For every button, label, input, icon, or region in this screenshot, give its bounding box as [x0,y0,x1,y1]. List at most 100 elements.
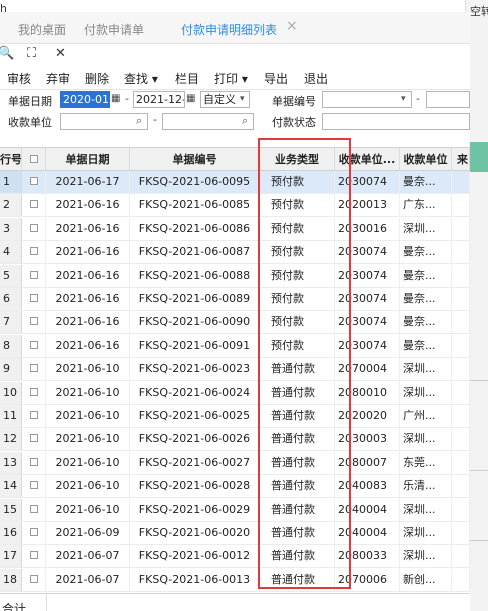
table-row[interactable]: 16 2021-06-09 FKSQ-2021-06-0020 普通付款 2040004… [0,522,470,545]
column-header-unit-name[interactable]: 收款单位 [400,148,452,171]
tab-close-icon[interactable]: × [286,18,298,34]
row-checkbox-cell [22,171,46,193]
row-date: 2021-06-16 [46,264,130,287]
table-row[interactable]: 6 2021-06-16 FKSQ-2021-06-0089 预付款 2030074 曼奈… [0,288,470,311]
row-code: FKSQ-2021-06-0024 [130,381,260,404]
code-from-select[interactable] [322,91,412,108]
table-row[interactable]: 18 2021-06-07 FKSQ-2021-06-0013 普通付款 2070006… [0,568,470,592]
unit-to-field[interactable] [162,113,254,130]
select-all-checkbox[interactable] [29,155,38,163]
row-checkbox[interactable] [29,528,38,536]
row-unit-name: 深圳... [400,522,452,544]
payment-status-label: 付款状态 [272,116,316,129]
row-source [452,171,470,193]
search-icon[interactable]: ⌕ [242,114,248,128]
table-row[interactable]: 8 2021-06-16 FKSQ-2021-06-0091 预付款 2030074 曼奈… [0,334,470,358]
row-checkbox[interactable] [29,411,38,419]
row-checkbox[interactable] [29,247,38,256]
row-date: 2021-06-16 [46,194,130,217]
delete-button[interactable]: 删除 [85,70,109,87]
range-dash: - [416,92,420,105]
row-source [452,311,470,334]
row-source [452,568,470,591]
table-row[interactable]: 9 2021-06-10 FKSQ-2021-06-0023 普通付款 2070004 深… [0,358,470,382]
row-date: 2021-06-16 [46,334,130,357]
row-checkbox[interactable] [29,177,38,185]
unit-from-field[interactable] [60,113,148,130]
row-checkbox[interactable] [29,317,38,326]
row-checkbox[interactable] [29,434,38,443]
row-source [452,498,470,521]
row-checkbox[interactable] [29,364,38,373]
table-row[interactable]: 15 2021-06-10 FKSQ-2021-06-0029 普通付款 2040004… [0,498,470,522]
table-row[interactable]: 11 2021-06-10 FKSQ-2021-06-0025 普通付款 2020020… [0,405,470,428]
code-to-field[interactable] [426,91,470,108]
date-label: 单据日期 [8,95,52,108]
tab-payment-request-detail-list[interactable]: 付款申请明细列表 [181,21,277,38]
date-to-field[interactable]: 2021-12- [133,91,185,108]
table-row[interactable]: 7 2021-06-16 FKSQ-2021-06-0090 预付款 2030074 曼奈… [0,311,470,335]
column-header-date[interactable]: 单据日期 [46,148,130,171]
payment-status-field[interactable] [322,113,470,130]
row-checkbox-cell [22,264,46,287]
tab-payment-request[interactable]: 付款申请单 [84,21,144,38]
exit-button[interactable]: 退出 [304,70,328,87]
row-code: FKSQ-2021-06-0020 [130,522,260,544]
row-date: 2021-06-10 [46,381,130,404]
column-header-source[interactable]: 来 [452,148,470,171]
table-row[interactable]: 17 2021-06-07 FKSQ-2021-06-0012 普通付款 2080033… [0,545,470,569]
calendar-icon[interactable]: ▦ [186,93,195,104]
row-checkbox[interactable] [29,387,38,396]
date-from-field[interactable]: 2020-01 [60,91,110,108]
row-number: 15 [0,498,22,521]
highlight-box [258,138,351,589]
row-number: 5 [0,264,22,287]
search-icon[interactable]: ⌕ [136,114,142,128]
row-checkbox[interactable] [29,551,38,560]
column-header-code[interactable]: 单据编号 [130,148,260,171]
row-number: 4 [0,241,22,264]
table-row[interactable]: 2 2021-06-16 FKSQ-2021-06-0085 预付款 2020013 广东… [0,194,470,218]
row-checkbox[interactable] [29,504,38,513]
row-code: FKSQ-2021-06-0087 [130,241,260,264]
table-row[interactable]: 5 2021-06-16 FKSQ-2021-06-0088 预付款 2030074 曼奈… [0,264,470,288]
table-row[interactable]: 14 2021-06-10 FKSQ-2021-06-0028 普通付款 2040083… [0,475,470,499]
table-row[interactable]: 12 2021-06-10 FKSQ-2021-06-0026 普通付款 2030003… [0,428,470,452]
abandon-audit-button[interactable]: 弃审 [46,70,70,87]
row-checkbox[interactable] [29,270,38,279]
expand-icon[interactable]: ⛶ [27,46,36,61]
row-unit-name: 广州... [400,405,452,427]
row-unit-name: 曼奈... [400,334,452,357]
table-row[interactable]: 3 2021-06-16 FKSQ-2021-06-0086 预付款 2030016 深圳… [0,217,470,241]
calendar-icon[interactable]: ▦ [111,93,120,104]
row-unit-name: 东莞... [400,451,452,474]
chevron-down-icon[interactable]: ▾ [240,94,245,104]
window-icon-row: 🔍 ⛶ ✕ [0,44,470,66]
export-button[interactable]: 导出 [264,70,288,87]
row-unit-name: 深圳... [400,428,452,451]
row-checkbox[interactable] [29,481,38,490]
search-icon[interactable]: 🔍 [0,46,14,61]
chevron-down-icon[interactable]: ▾ [401,94,406,104]
audit-button[interactable]: 审核 [7,70,31,87]
print-button[interactable]: 打印 ▾ [214,70,248,87]
close-icon[interactable]: ✕ [55,46,66,61]
column-button[interactable]: 栏目 [175,70,199,87]
table-row[interactable]: 10 2021-06-10 FKSQ-2021-06-0024 普通付款 2080010… [0,381,470,405]
column-header-select[interactable] [22,148,46,171]
row-checkbox[interactable] [29,457,38,466]
row-checkbox[interactable] [29,200,38,209]
query-button[interactable]: 查找 ▾ [124,70,158,87]
table-row[interactable]: 1 2021-06-17 FKSQ-2021-06-0095 预付款 2030074 曼奈… [0,171,470,194]
row-number: 14 [0,475,22,498]
chevron-down-icon: ▾ [148,72,158,86]
table-row[interactable]: 4 2021-06-16 FKSQ-2021-06-0087 预付款 2030074 曼奈… [0,241,470,265]
row-checkbox[interactable] [29,294,38,302]
column-header-num[interactable]: 行号 [0,148,22,171]
row-checkbox[interactable] [29,574,38,583]
row-checkbox[interactable] [29,223,38,232]
table-row[interactable]: 13 2021-06-10 FKSQ-2021-06-0027 普通付款 2080007… [0,451,470,475]
row-checkbox[interactable] [29,340,38,349]
row-date: 2021-06-16 [46,311,130,334]
tab-my-desktop[interactable]: 我的桌面 [18,21,66,38]
